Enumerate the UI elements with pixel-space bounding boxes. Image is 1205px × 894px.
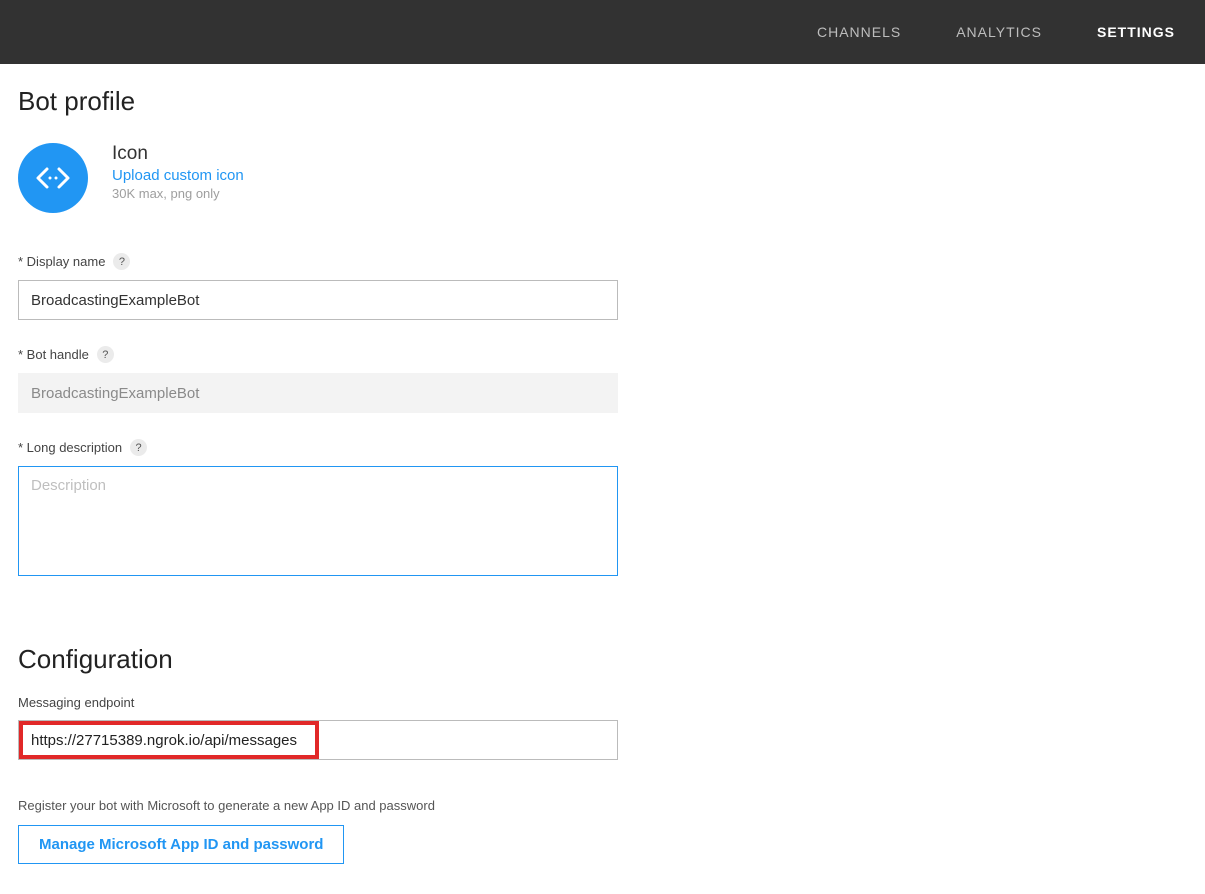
icon-hint: 30K max, png only bbox=[112, 186, 244, 201]
code-brackets-icon bbox=[32, 157, 74, 199]
upload-icon-link[interactable]: Upload custom icon bbox=[112, 167, 244, 184]
bot-handle-label: * Bot handle bbox=[18, 347, 89, 362]
main-content: Bot profile Icon Upload custom icon 30K … bbox=[0, 64, 680, 894]
nav-channels[interactable]: Channels bbox=[817, 24, 901, 40]
icon-label: Icon bbox=[112, 143, 244, 165]
display-name-input[interactable] bbox=[18, 280, 618, 320]
long-description-group: * Long description ? bbox=[18, 439, 662, 579]
help-icon[interactable]: ? bbox=[130, 439, 147, 456]
icon-meta: Icon Upload custom icon 30K max, png onl… bbox=[112, 143, 244, 201]
bot-handle-input bbox=[18, 373, 618, 413]
register-hint: Register your bot with Microsoft to gene… bbox=[18, 798, 662, 813]
top-nav: Channels Analytics Settings bbox=[0, 0, 1205, 64]
nav-settings[interactable]: Settings bbox=[1097, 24, 1175, 40]
bot-icon bbox=[18, 143, 88, 213]
long-description-label: * Long description bbox=[18, 440, 122, 455]
help-icon[interactable]: ? bbox=[97, 346, 114, 363]
manage-app-id-button[interactable]: Manage Microsoft App ID and password bbox=[18, 825, 344, 864]
bot-handle-group: * Bot handle ? bbox=[18, 346, 662, 413]
nav-analytics[interactable]: Analytics bbox=[956, 24, 1042, 40]
configuration-heading: Configuration bbox=[18, 644, 662, 675]
display-name-label: * Display name bbox=[18, 254, 105, 269]
bot-profile-heading: Bot profile bbox=[18, 86, 662, 117]
messaging-endpoint-label: Messaging endpoint bbox=[18, 695, 134, 710]
help-icon[interactable]: ? bbox=[113, 253, 130, 270]
messaging-endpoint-input[interactable] bbox=[18, 720, 618, 760]
icon-section: Icon Upload custom icon 30K max, png onl… bbox=[18, 143, 662, 213]
messaging-endpoint-group: Messaging endpoint bbox=[18, 695, 662, 760]
display-name-group: * Display name ? bbox=[18, 253, 662, 320]
long-description-input[interactable] bbox=[18, 466, 618, 576]
